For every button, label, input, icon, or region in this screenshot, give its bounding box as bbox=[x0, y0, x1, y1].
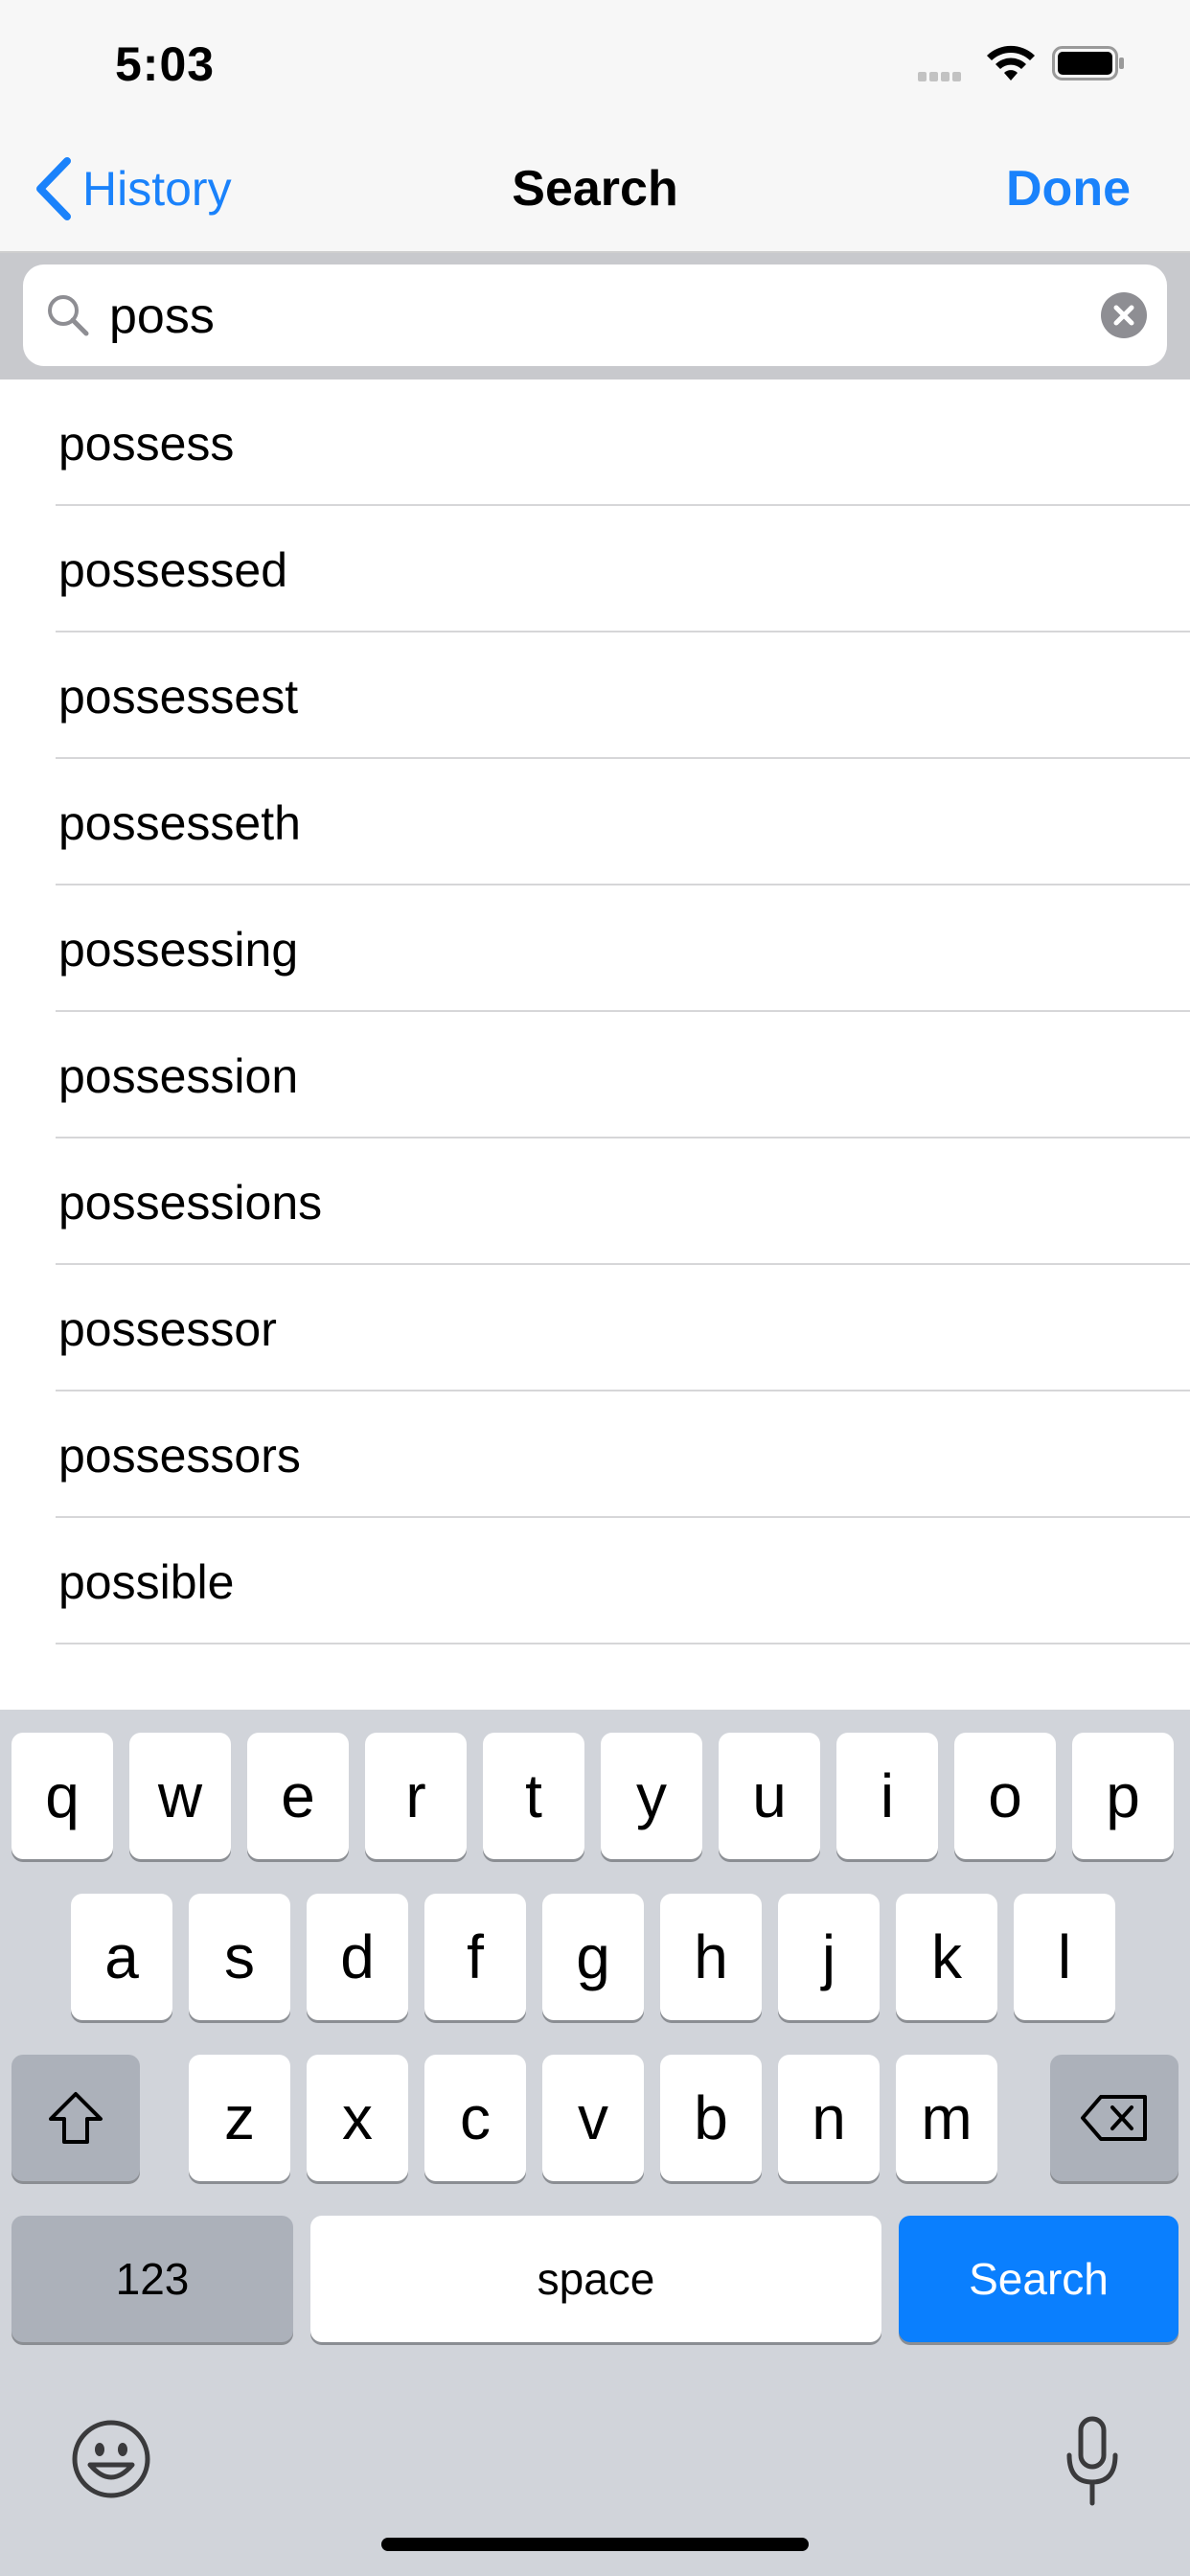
wifi-icon bbox=[987, 45, 1035, 80]
key-y[interactable]: y bbox=[601, 1733, 702, 1859]
search-results-list: possess possessed possessest possesseth … bbox=[0, 380, 1190, 1644]
key-d[interactable]: d bbox=[307, 1894, 408, 2020]
list-item[interactable]: possessest bbox=[0, 632, 1190, 759]
list-item[interactable]: possessing bbox=[0, 886, 1190, 1012]
emoji-icon[interactable] bbox=[71, 2419, 151, 2499]
key-n[interactable]: n bbox=[778, 2055, 880, 2181]
key-v[interactable]: v bbox=[542, 2055, 644, 2181]
list-item[interactable]: possess bbox=[0, 380, 1190, 506]
key-m[interactable]: m bbox=[896, 2055, 997, 2181]
key-b[interactable]: b bbox=[660, 2055, 762, 2181]
search-bar-container: poss bbox=[0, 253, 1190, 380]
list-item-label: possession bbox=[58, 1049, 299, 1103]
delete-key[interactable] bbox=[1050, 2055, 1179, 2181]
key-w[interactable]: w bbox=[129, 1733, 231, 1859]
search-icon bbox=[48, 295, 89, 336]
key-p[interactable]: p bbox=[1072, 1733, 1174, 1859]
search-input[interactable]: poss bbox=[23, 264, 1167, 366]
key-a[interactable]: a bbox=[71, 1894, 172, 2020]
space-key-label: space bbox=[537, 2254, 655, 2304]
done-button[interactable]: Done bbox=[1006, 160, 1131, 218]
key-c[interactable]: c bbox=[424, 2055, 526, 2181]
key-x[interactable]: x bbox=[307, 2055, 408, 2181]
list-item-label: possessors bbox=[58, 1429, 301, 1483]
search-key-label: Search bbox=[969, 2254, 1109, 2304]
key-z[interactable]: z bbox=[189, 2055, 290, 2181]
list-item-label: possessor bbox=[58, 1302, 277, 1356]
list-item[interactable]: possessions bbox=[0, 1138, 1190, 1265]
list-item-label: possessions bbox=[58, 1176, 323, 1230]
status-time: 5:03 bbox=[115, 37, 216, 91]
key-h[interactable]: h bbox=[660, 1894, 762, 2020]
key-j[interactable]: j bbox=[778, 1894, 880, 2020]
shift-key[interactable] bbox=[11, 2055, 140, 2181]
search-key[interactable]: Search bbox=[899, 2216, 1179, 2342]
list-item[interactable]: possesseth bbox=[0, 759, 1190, 886]
key-g[interactable]: g bbox=[542, 1894, 644, 2020]
key-s[interactable]: s bbox=[189, 1894, 290, 2020]
key-u[interactable]: u bbox=[719, 1733, 820, 1859]
key-f[interactable]: f bbox=[424, 1894, 526, 2020]
list-item-label: possessest bbox=[58, 670, 299, 724]
search-input-text: poss bbox=[109, 288, 215, 344]
clear-search-icon[interactable] bbox=[1100, 291, 1148, 339]
list-item-label: possible bbox=[58, 1555, 235, 1609]
home-indicator bbox=[381, 2538, 809, 2551]
numbers-key-label: 123 bbox=[115, 2254, 190, 2304]
list-item[interactable]: possible bbox=[0, 1518, 1190, 1644]
backspace-icon bbox=[1081, 2095, 1147, 2141]
list-item-label: possessing bbox=[58, 923, 299, 977]
key-r[interactable]: r bbox=[365, 1733, 467, 1859]
list-item-label: possessed bbox=[58, 543, 288, 597]
status-bar: 5:03 bbox=[0, 0, 1190, 126]
key-e[interactable]: e bbox=[247, 1733, 349, 1859]
list-item[interactable]: possessors bbox=[0, 1392, 1190, 1518]
list-item-label: possesseth bbox=[58, 796, 301, 850]
space-key[interactable]: space bbox=[310, 2216, 881, 2342]
list-item[interactable]: possessor bbox=[0, 1265, 1190, 1392]
divider bbox=[56, 1643, 1190, 1644]
cellular-signal-icon bbox=[918, 69, 964, 86]
navigation-bar: History Search Done bbox=[0, 126, 1190, 253]
list-item-label: possess bbox=[58, 417, 235, 471]
key-o[interactable]: o bbox=[954, 1733, 1056, 1859]
list-item[interactable]: possessed bbox=[0, 506, 1190, 632]
key-t[interactable]: t bbox=[483, 1733, 584, 1859]
list-item[interactable]: possession bbox=[0, 1012, 1190, 1138]
numbers-key[interactable]: 123 bbox=[11, 2216, 293, 2342]
key-l[interactable]: l bbox=[1014, 1894, 1115, 2020]
battery-icon bbox=[1052, 46, 1124, 80]
microphone-icon[interactable] bbox=[1064, 2415, 1121, 2507]
shift-icon bbox=[49, 2092, 103, 2144]
key-i[interactable]: i bbox=[836, 1733, 938, 1859]
key-k[interactable]: k bbox=[896, 1894, 997, 2020]
key-q[interactable]: q bbox=[11, 1733, 113, 1859]
